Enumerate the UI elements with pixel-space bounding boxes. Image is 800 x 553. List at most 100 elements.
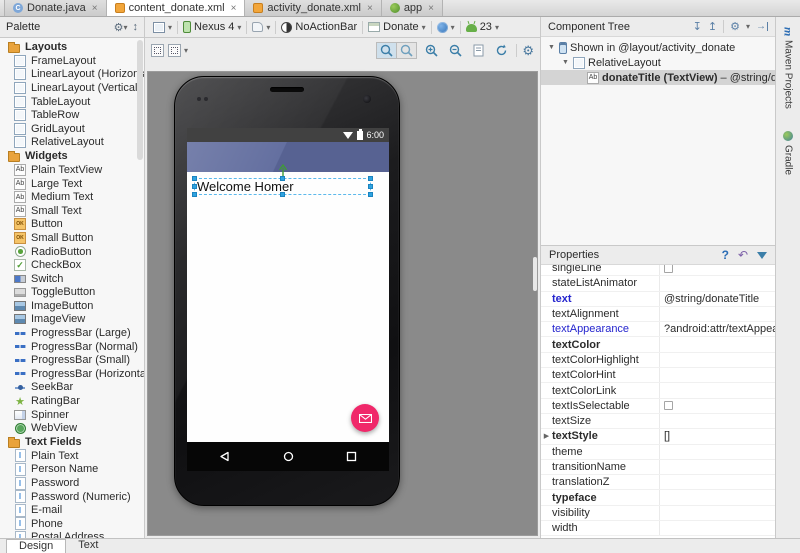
- palette-gear-icon[interactable]: ⚙: [114, 21, 124, 34]
- property-row[interactable]: theme: [541, 445, 775, 460]
- palette-item[interactable]: E-mail: [0, 503, 144, 517]
- palette-item[interactable]: RelativeLayout: [0, 136, 144, 150]
- property-row[interactable]: ▶textStyle[]: [541, 429, 775, 444]
- device-selector-button[interactable]: Nexus 4▾: [183, 21, 241, 33]
- palette-item[interactable]: Large Text: [0, 177, 144, 191]
- api-level-button[interactable]: 23▾: [466, 21, 499, 33]
- canvas-settings-icon[interactable]: ⚙: [522, 44, 534, 57]
- blueprint-mode-button[interactable]: ▾: [168, 44, 188, 57]
- palette-item[interactable]: Plain Text: [0, 449, 144, 463]
- design-mode-tab[interactable]: Design: [6, 539, 66, 553]
- palette-item[interactable]: ProgressBar (Horizontal): [0, 367, 144, 381]
- zoom-out-button[interactable]: [446, 43, 465, 58]
- text-mode-tab[interactable]: Text: [66, 539, 110, 553]
- property-row[interactable]: textAppearance?android:attr/textAppearan…: [541, 322, 775, 337]
- palette-item[interactable]: Postal Address: [0, 531, 144, 538]
- property-row[interactable]: textSize: [541, 414, 775, 429]
- back-icon[interactable]: [219, 451, 230, 462]
- canvas-scrollbar[interactable]: [533, 257, 537, 291]
- property-row[interactable]: stateListAnimator: [541, 276, 775, 291]
- property-row[interactable]: textColorHint: [541, 368, 775, 383]
- property-row[interactable]: visibility: [541, 506, 775, 521]
- close-icon[interactable]: ×: [92, 3, 98, 14]
- design-canvas[interactable]: 6:00 Welcome Homer: [147, 71, 538, 536]
- palette-item[interactable]: CheckBox: [0, 258, 144, 272]
- resize-handle[interactable]: [192, 192, 197, 197]
- tab-app[interactable]: app ×: [382, 0, 443, 16]
- palette-section-layouts[interactable]: Layouts: [0, 40, 144, 54]
- palette-item[interactable]: Small Text: [0, 204, 144, 218]
- palette-item[interactable]: LinearLayout (Vertical): [0, 81, 144, 95]
- palette-item[interactable]: ImageView: [0, 313, 144, 327]
- show-layout-button[interactable]: [151, 44, 164, 57]
- filter-icon[interactable]: [757, 252, 767, 259]
- property-row[interactable]: textAlignment: [541, 307, 775, 322]
- property-row[interactable]: textColorHighlight: [541, 353, 775, 368]
- property-row[interactable]: text@string/donateTitle: [541, 292, 775, 307]
- palette-item[interactable]: GridLayout: [0, 122, 144, 136]
- property-row[interactable]: singleLine: [541, 265, 775, 276]
- theme-selector-button[interactable]: NoActionBar: [281, 21, 357, 33]
- property-row[interactable]: width: [541, 521, 775, 536]
- palette-section-widgets[interactable]: Widgets: [0, 149, 144, 163]
- checkbox[interactable]: [664, 265, 673, 273]
- palette-item[interactable]: Phone: [0, 517, 144, 531]
- palette-item[interactable]: ImageButton: [0, 299, 144, 313]
- resize-handle[interactable]: [192, 184, 197, 189]
- palette-sort-icon[interactable]: ↕: [133, 21, 139, 33]
- palette-item[interactable]: ProgressBar (Normal): [0, 340, 144, 354]
- palette-item[interactable]: SeekBar: [0, 381, 144, 395]
- tab-content-donate-xml[interactable]: content_donate.xml ×: [107, 0, 246, 16]
- zoom-fit-button[interactable]: [377, 43, 397, 58]
- tree-row-shown-in[interactable]: ▼ Shown in @layout/activity_donate: [541, 40, 775, 55]
- activity-selector-button[interactable]: Donate▾: [368, 21, 426, 33]
- locale-selector-button[interactable]: ▾: [437, 22, 455, 33]
- device-screen[interactable]: 6:00 Welcome Homer: [187, 128, 389, 471]
- expand-all-icon[interactable]: ↧: [693, 20, 702, 33]
- palette-item[interactable]: RadioButton: [0, 245, 144, 259]
- palette-item[interactable]: Medium Text: [0, 190, 144, 204]
- recents-icon[interactable]: [346, 451, 357, 462]
- home-icon[interactable]: [283, 451, 294, 462]
- resize-handle[interactable]: [368, 176, 373, 181]
- close-icon[interactable]: ×: [231, 3, 237, 14]
- resize-handle[interactable]: [280, 192, 285, 197]
- palette-item[interactable]: TableRow: [0, 108, 144, 122]
- palette-scrollbar[interactable]: [137, 40, 143, 160]
- palette-item[interactable]: FrameLayout: [0, 54, 144, 68]
- selected-textview[interactable]: Welcome Homer: [194, 178, 371, 195]
- resize-handle[interactable]: [192, 176, 197, 181]
- tree-row-relativelayout[interactable]: ▼ RelativeLayout: [541, 55, 775, 70]
- property-row[interactable]: translationZ: [541, 475, 775, 490]
- palette-item[interactable]: WebView: [0, 421, 144, 435]
- resize-handle[interactable]: [368, 184, 373, 189]
- render-target-button[interactable]: ▾: [153, 22, 172, 33]
- zoom-actual-button[interactable]: [397, 43, 416, 58]
- refresh-button[interactable]: [492, 43, 511, 58]
- palette-section-text-fields[interactable]: Text Fields: [0, 435, 144, 449]
- palette-item[interactable]: RatingBar: [0, 394, 144, 408]
- expander-icon[interactable]: ▼: [561, 59, 570, 66]
- expander-icon[interactable]: ▼: [547, 44, 556, 51]
- property-row[interactable]: textIsSelectable: [541, 399, 775, 414]
- tab-activity-donate-xml[interactable]: activity_donate.xml ×: [245, 0, 381, 16]
- revert-icon[interactable]: ↶: [738, 248, 748, 262]
- zoom-in-button[interactable]: [422, 43, 441, 58]
- tab-donate-java[interactable]: Donate.java ×: [4, 0, 107, 16]
- gradle-tool-button[interactable]: Gradle: [783, 131, 794, 175]
- property-row[interactable]: textColor: [541, 337, 775, 352]
- property-row[interactable]: transitionName: [541, 460, 775, 475]
- property-row[interactable]: typeface: [541, 490, 775, 505]
- resize-handle[interactable]: [368, 192, 373, 197]
- palette-item[interactable]: ProgressBar (Small): [0, 353, 144, 367]
- palette-item[interactable]: Button: [0, 218, 144, 232]
- maven-projects-tool-button[interactable]: m Maven Projects: [781, 27, 796, 109]
- help-icon[interactable]: ?: [722, 248, 729, 262]
- palette-item[interactable]: Password (Numeric): [0, 490, 144, 504]
- palette-item[interactable]: Plain TextView: [0, 163, 144, 177]
- preview-file-button[interactable]: [470, 43, 487, 58]
- palette-item[interactable]: Switch: [0, 272, 144, 286]
- palette-item[interactable]: Person Name: [0, 463, 144, 477]
- palette-item[interactable]: LinearLayout (Horizontal): [0, 68, 144, 82]
- checkbox[interactable]: [664, 401, 673, 410]
